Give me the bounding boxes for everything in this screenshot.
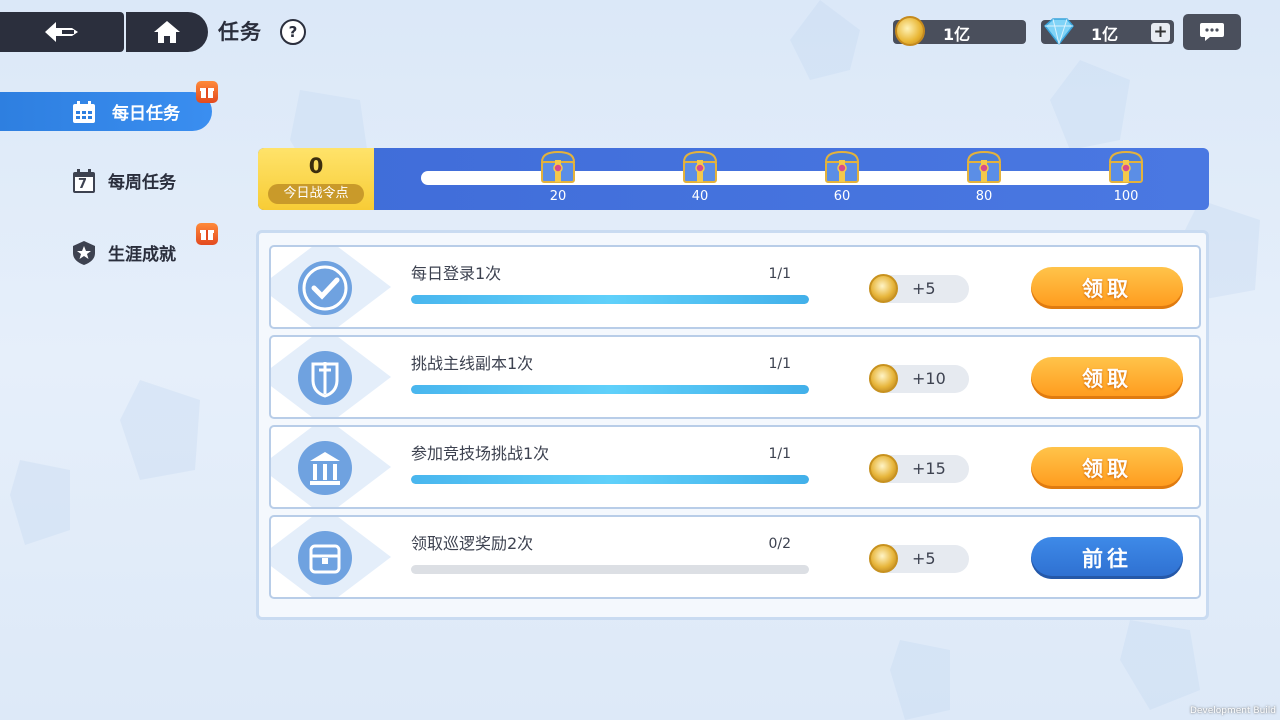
tab-career-achievements[interactable]: 生涯成就 xyxy=(72,240,176,265)
task-row: 挑战主线副本1次 1/1 +10 领取 xyxy=(269,335,1201,419)
calendar-icon xyxy=(73,101,95,123)
task-count: 0/2 xyxy=(768,536,791,552)
gem-amount: 1亿 xyxy=(1091,25,1119,44)
task-row: 领取巡逻奖励2次 0/2 +5 前往 xyxy=(269,515,1201,599)
milestone-label: 80 xyxy=(975,189,993,204)
tab-daily-tasks[interactable]: 每日任务 xyxy=(0,92,212,131)
task-count: 1/1 xyxy=(768,356,791,372)
daily-points-label: 今日战令点 xyxy=(268,184,364,204)
daily-points-box: 0 今日战令点 xyxy=(258,148,374,210)
task-reward: +5 xyxy=(869,274,969,303)
reward-amount: +15 xyxy=(912,459,946,478)
top-bar: 任务 ? 1亿 1亿 + xyxy=(0,0,1280,64)
go-to-task-button[interactable]: 前往 xyxy=(1031,537,1183,579)
home-button[interactable] xyxy=(126,12,208,52)
coin-icon xyxy=(869,454,898,483)
task-progress-track xyxy=(411,565,809,574)
tab-weekly-label: 每周任务 xyxy=(108,173,176,193)
gem-icon xyxy=(1043,18,1074,46)
chat-button[interactable] xyxy=(1183,14,1241,50)
gift-icon xyxy=(196,81,218,103)
milestone-label: 60 xyxy=(833,189,851,204)
milestone-label: 20 xyxy=(549,189,567,204)
task-progress-track xyxy=(411,295,809,304)
task-count: 1/1 xyxy=(768,446,791,462)
page-title: 任务 xyxy=(218,20,262,44)
coin-icon xyxy=(869,274,898,303)
daily-points-value: 0 xyxy=(308,154,324,178)
task-progress-fill xyxy=(411,385,809,394)
add-gems-button[interactable]: + xyxy=(1151,23,1170,42)
home-icon xyxy=(154,21,180,43)
claim-reward-button[interactable]: 领取 xyxy=(1031,267,1183,309)
task-panel: 每日登录1次 1/1 +5 领取 挑战主线副本1次 1/1 +10 领取 参加竞技场挑战1次 1/… xyxy=(256,230,1209,620)
tab-weekly-tasks[interactable]: 7 每周任务 xyxy=(72,168,176,193)
tab-career-label: 生涯成就 xyxy=(108,245,176,265)
task-reward: +10 xyxy=(869,364,969,393)
reward-chest-icon[interactable] xyxy=(680,148,720,186)
dev-build-label: Development Build xyxy=(1189,706,1276,716)
milestone-label: 40 xyxy=(691,189,709,204)
chat-bubble-icon xyxy=(1200,23,1224,41)
task-progress-fill xyxy=(411,475,809,484)
reward-amount: +5 xyxy=(912,279,936,298)
reward-amount: +5 xyxy=(912,549,936,568)
back-button[interactable] xyxy=(0,12,124,52)
battle-pass-progress: 0 今日战令点 20 40 60 80 100 xyxy=(258,148,1209,210)
coin-icon xyxy=(895,16,925,46)
reward-chest-icon[interactable] xyxy=(964,148,1004,186)
milestone-label: 100 xyxy=(1113,189,1139,204)
reward-chest-icon[interactable] xyxy=(822,148,862,186)
reward-chest-icon[interactable] xyxy=(538,148,578,186)
check-shield-icon xyxy=(298,261,352,315)
task-title: 参加竞技场挑战1次 xyxy=(411,444,550,463)
gift-icon xyxy=(196,223,218,245)
task-progress-fill xyxy=(411,295,809,304)
task-progress-track xyxy=(411,385,809,394)
patrol-chest-icon xyxy=(298,531,352,585)
task-row: 每日登录1次 1/1 +5 领取 xyxy=(269,245,1201,329)
reward-chest-icon[interactable] xyxy=(1106,148,1146,186)
task-title: 挑战主线副本1次 xyxy=(411,354,534,373)
coin-icon xyxy=(869,544,898,573)
arena-pillar-icon xyxy=(298,441,352,495)
shield-star-icon xyxy=(73,241,95,265)
points-track xyxy=(421,171,1131,185)
reward-amount: +10 xyxy=(912,369,946,388)
task-reward: +15 xyxy=(869,454,969,483)
task-title: 每日登录1次 xyxy=(411,264,502,283)
coin-currency: 1亿 xyxy=(893,16,1026,46)
coin-icon xyxy=(869,364,898,393)
gem-currency: 1亿 + xyxy=(1041,18,1174,46)
task-progress-track xyxy=(411,475,809,484)
task-count: 1/1 xyxy=(768,266,791,282)
coin-amount: 1亿 xyxy=(943,25,971,44)
sword-shield-icon xyxy=(298,351,352,405)
calendar-day-number: 7 xyxy=(78,177,88,192)
tab-daily-label: 每日任务 xyxy=(112,104,180,124)
help-button[interactable]: ? xyxy=(280,19,306,45)
claim-reward-button[interactable]: 领取 xyxy=(1031,447,1183,489)
task-row: 参加竞技场挑战1次 1/1 +15 领取 xyxy=(269,425,1201,509)
task-reward: +5 xyxy=(869,544,969,573)
claim-reward-button[interactable]: 领取 xyxy=(1031,357,1183,399)
task-title: 领取巡逻奖励2次 xyxy=(411,534,534,553)
back-arrow-icon xyxy=(45,22,78,42)
